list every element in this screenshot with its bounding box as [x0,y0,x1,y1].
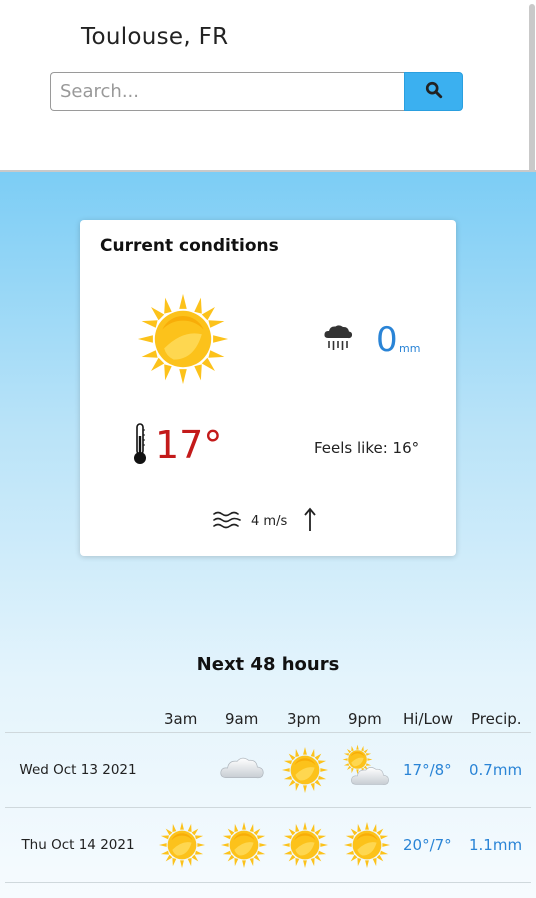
sun-icon [281,746,329,794]
sun-icon [343,821,391,869]
sun-icon [158,821,206,869]
rain-cloud-icon [323,324,353,356]
forecast-hilow: 17°/8° [403,761,452,779]
main-content: Current conditions 0 mm 17° Feels like: … [0,172,536,898]
forecast-hilow: 20°/7° [403,836,452,854]
card-title: Current conditions [100,236,279,256]
forecast-table: 3am 9am 3pm 9pm Hi/Low Precip. Wed Oct 1… [5,708,531,883]
sun-cloud-icon [342,744,390,792]
table-row: Wed Oct 13 2021 17°/8° 0.7mm [5,733,531,808]
wind-speed: 4 m/s [251,514,288,529]
search-bar [50,72,463,111]
sun-icon [220,821,268,869]
column-header: 3pm [287,710,321,728]
current-temperature: 17° [155,423,223,467]
column-header: Precip. [471,710,522,728]
column-header: 3am [164,710,198,728]
cloud-icon [218,753,266,801]
table-row: Thu Oct 14 2021 20°/7° 1.1mm [5,808,531,883]
feels-like: Feels like: 16° [314,439,420,457]
sun-icon [136,292,230,390]
thermometer-icon [132,422,148,470]
precipitation-unit: mm [399,342,421,355]
current-conditions-card: Current conditions 0 mm 17° Feels like: … [80,220,456,556]
precipitation-value: 0 [376,320,398,360]
forecast-title: Next 48 hours [196,654,340,675]
arrow-up-icon [302,506,318,536]
search-icon [425,81,443,103]
sun-icon [281,821,329,869]
search-input[interactable] [50,72,405,111]
column-header: Hi/Low [403,710,454,728]
column-header: 9am [225,710,259,728]
city-name: Toulouse, FR [81,24,229,50]
forecast-date: Thu Oct 14 2021 [21,837,135,853]
wind-icon [213,510,241,534]
column-header: 9pm [348,710,382,728]
forecast-precip: 0.7mm [469,761,523,779]
forecast-precip: 1.1mm [469,836,523,854]
forecast-header-row: 3am 9am 3pm 9pm Hi/Low Precip. [5,708,531,733]
search-button[interactable] [404,72,463,111]
app-header: Toulouse, FR [0,0,536,172]
forecast-date: Wed Oct 13 2021 [19,762,137,778]
